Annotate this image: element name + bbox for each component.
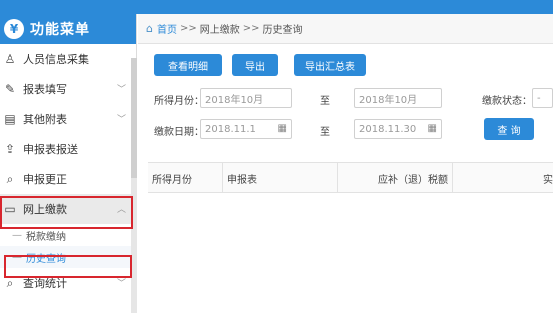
payment-date-from-value: 2018.11.1 bbox=[205, 123, 256, 135]
chevron-down-icon: ﹀ bbox=[116, 115, 126, 125]
top-bar bbox=[0, 0, 553, 14]
sidebar-item-label: 申报表报送 bbox=[23, 143, 78, 156]
view-detail-button[interactable]: 查看明细 bbox=[154, 54, 222, 76]
content-area: 查看明细 导出 导出汇总表 所得月份： 2018年10月 至 2018年10月 … bbox=[148, 52, 553, 307]
sidebar-item-label: 人员信息采集 bbox=[23, 53, 89, 66]
sidebar-item-label: 报表填写 bbox=[23, 83, 67, 96]
column-header-actual[interactable]: 实 bbox=[453, 163, 553, 193]
yen-logo-icon: ¥ bbox=[4, 19, 24, 39]
results-table: 所得月份 申报表 应补（退）税额 实 bbox=[148, 162, 553, 193]
scroll-thumb[interactable] bbox=[131, 58, 137, 178]
doc-icon: ▤ bbox=[4, 112, 16, 126]
export-summary-button[interactable]: 导出汇总表 bbox=[294, 54, 366, 76]
breadcrumb-level2: 网上缴款 bbox=[199, 25, 240, 36]
sidebar-item-label: 申报更正 bbox=[23, 173, 67, 186]
sidebar-title: 功能菜单 bbox=[30, 22, 90, 38]
highlight-box-history-query bbox=[4, 255, 132, 278]
sidebar-item-other-schedules[interactable]: ▤ 其他附表 ﹀ bbox=[0, 104, 136, 134]
table-header-row: 所得月份 申报表 应补（退）税额 实 bbox=[148, 163, 553, 193]
to-label: 至 bbox=[320, 96, 330, 107]
search-icon: ⌕ bbox=[6, 171, 14, 186]
app-window: ¥ 功能菜单 ♙ 人员信息采集 ✎ 报表填写 ﹀ ▤ 其他附表 ﹀ ⇪ 申报表报… bbox=[0, 0, 553, 313]
export-button[interactable]: 导出 bbox=[232, 54, 278, 76]
sidebar-item-submit-report[interactable]: ⇪ 申报表报送 bbox=[0, 134, 136, 164]
calendar-icon[interactable]: ▦ bbox=[428, 123, 437, 134]
calendar-icon[interactable]: ▦ bbox=[278, 123, 287, 134]
upload-icon: ⇪ bbox=[4, 142, 16, 156]
income-month-label: 所得月份： bbox=[154, 96, 204, 107]
breadcrumb-separator: >> bbox=[242, 23, 260, 34]
highlight-box-online-payment bbox=[0, 196, 133, 229]
payment-date-to-input[interactable]: 2018.11.30 ▦ bbox=[354, 119, 442, 139]
sidebar-item-correction[interactable]: ⌕ 申报更正 bbox=[0, 164, 136, 194]
payment-date-label: 缴款日期： bbox=[154, 127, 204, 138]
income-month-from-input[interactable]: 2018年10月 bbox=[200, 88, 292, 108]
column-header-report[interactable]: 申报表 bbox=[223, 163, 338, 193]
sidebar-item-label: 其他附表 bbox=[23, 113, 67, 126]
payment-status-label: 缴款状态： bbox=[482, 96, 532, 107]
sidebar-item-person-info[interactable]: ♙ 人员信息采集 bbox=[0, 44, 136, 74]
person-icon: ♙ bbox=[4, 52, 16, 66]
breadcrumb-level3: 历史查询 bbox=[262, 25, 303, 36]
payment-date-to-value: 2018.11.30 bbox=[359, 123, 417, 135]
sidebar-subitem-label: 税款缴纳 bbox=[26, 231, 66, 243]
to-label: 至 bbox=[320, 127, 330, 138]
income-month-to-input[interactable]: 2018年10月 bbox=[354, 88, 442, 108]
payment-status-select[interactable]: - bbox=[532, 88, 553, 108]
payment-date-from-input[interactable]: 2018.11.1 ▦ bbox=[200, 119, 292, 139]
column-header-tax-due[interactable]: 应补（退）税额 bbox=[338, 163, 453, 193]
query-button[interactable]: 查 询 bbox=[484, 118, 534, 140]
breadcrumb-separator: >> bbox=[179, 23, 197, 34]
sidebar-item-report-fill[interactable]: ✎ 报表填写 ﹀ bbox=[0, 74, 136, 104]
column-header-income-month[interactable]: 所得月份 bbox=[148, 163, 223, 193]
edit-icon: ✎ bbox=[4, 82, 16, 96]
sidebar-header: ¥ 功能菜单 bbox=[0, 14, 136, 44]
breadcrumb: ⌂ 首页 >> 网上缴款 >> 历史查询 bbox=[138, 14, 553, 44]
breadcrumb-home-link[interactable]: 首页 bbox=[157, 21, 177, 36]
main-panel: ⌂ 首页 >> 网上缴款 >> 历史查询 查看明细 导出 导出汇总表 所得月份：… bbox=[138, 14, 553, 313]
home-icon: ⌂ bbox=[146, 22, 153, 35]
tree-dash: — bbox=[12, 229, 22, 241]
chevron-down-icon: ﹀ bbox=[116, 85, 126, 95]
